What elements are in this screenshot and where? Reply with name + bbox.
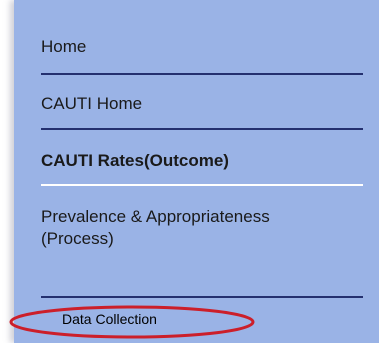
nav-item-cauti-rates[interactable]: CAUTI Rates(Outcome)	[41, 151, 229, 171]
nav-subitem-data-collection[interactable]: Data Collection	[62, 311, 157, 328]
nav-panel: Home CAUTI Home CAUTI Rates(Outcome) Pre…	[14, 0, 379, 343]
nav-item-cauti-home[interactable]: CAUTI Home	[41, 94, 142, 114]
nav-divider	[41, 296, 363, 298]
nav-item-prevalence[interactable]: Prevalence & Appropriateness (Process)	[41, 206, 291, 250]
nav-divider-active	[41, 184, 363, 186]
nav-divider	[41, 73, 363, 75]
nav-divider	[41, 128, 363, 130]
nav-item-home[interactable]: Home	[41, 37, 86, 57]
